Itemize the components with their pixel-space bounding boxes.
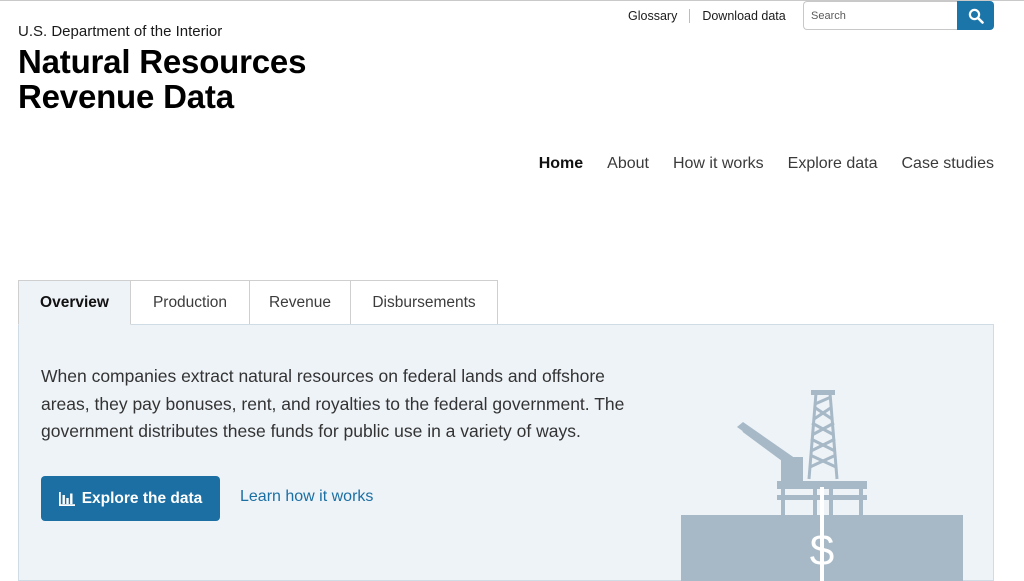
- nav-how-it-works[interactable]: How it works: [673, 155, 764, 173]
- learn-how-it-works-link[interactable]: Learn how it works: [240, 488, 373, 506]
- search-icon: [968, 8, 984, 24]
- utility-divider: [689, 9, 691, 23]
- nav-home[interactable]: Home: [539, 155, 583, 173]
- search-form: [803, 1, 994, 30]
- tab-revenue[interactable]: Revenue: [250, 280, 351, 325]
- nav-case-studies[interactable]: Case studies: [902, 155, 995, 173]
- nav-explore-data[interactable]: Explore data: [788, 155, 878, 173]
- site-title-line2[interactable]: Revenue Data: [18, 79, 306, 114]
- tab-disbursements[interactable]: Disbursements: [351, 280, 498, 325]
- download-data-link[interactable]: Download data: [702, 9, 785, 23]
- bar-chart-icon: [58, 491, 75, 506]
- tab-list: Overview Production Revenue Disbursement…: [18, 280, 498, 325]
- tab-overview[interactable]: Overview: [18, 280, 131, 325]
- site-title[interactable]: Natural Resources Revenue Data: [18, 44, 306, 114]
- overview-panel: When companies extract natural resources…: [18, 324, 994, 581]
- offshore-rig-dollar-icon: $: [681, 390, 963, 581]
- glossary-link[interactable]: Glossary: [628, 9, 677, 23]
- main-nav: Home About How it works Explore data Cas…: [539, 155, 994, 173]
- explore-data-label: Explore the data: [81, 489, 203, 507]
- site-title-line1[interactable]: Natural Resources: [18, 44, 306, 79]
- dollar-symbol: $: [810, 526, 834, 575]
- agency-name: U.S. Department of the Interior: [18, 23, 223, 40]
- utility-nav: Glossary Download data: [628, 9, 786, 23]
- explore-data-button[interactable]: Explore the data: [41, 476, 220, 521]
- search-button[interactable]: [957, 1, 994, 30]
- overview-text: When companies extract natural resources…: [41, 366, 625, 441]
- tab-production[interactable]: Production: [131, 280, 250, 325]
- search-input[interactable]: [803, 1, 957, 30]
- nav-about[interactable]: About: [607, 155, 649, 173]
